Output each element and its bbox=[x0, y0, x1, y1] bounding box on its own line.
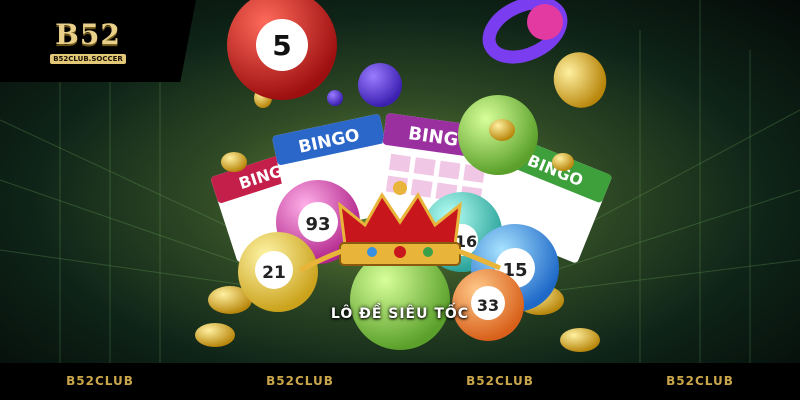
footer-brand-4: B52CLUB bbox=[666, 374, 734, 388]
logo-main-text: B52 bbox=[55, 18, 121, 51]
footer-bar: B52CLUB B52CLUB B52CLUB B52CLUB bbox=[0, 363, 800, 400]
footer-brand-1: B52CLUB bbox=[66, 374, 134, 388]
pink-orb bbox=[527, 4, 563, 40]
footer-brand-3: B52CLUB bbox=[466, 374, 534, 388]
small-purple-orb bbox=[327, 90, 343, 106]
ball-33: 33 bbox=[452, 269, 524, 341]
ball-5: 5 bbox=[227, 0, 337, 100]
brand-logo[interactable]: B52 B52CLUB.SOCCER bbox=[46, 10, 130, 70]
ball-number: 5 bbox=[272, 29, 291, 62]
ball-21: 21 bbox=[238, 232, 318, 312]
footer-brand-2: B52CLUB bbox=[266, 374, 334, 388]
banner: BINGO BINGO BINGO BINGO 5 93 16 15 21 33… bbox=[0, 0, 800, 400]
purple-orb bbox=[358, 63, 402, 107]
banner-caption: LÔ ĐỀ SIÊU TỐC bbox=[330, 306, 470, 322]
ball-number: 21 bbox=[262, 263, 286, 283]
logo-sub-text: B52CLUB.SOCCER bbox=[50, 54, 126, 64]
ball-number: 93 bbox=[305, 214, 330, 235]
logo-tab: B52 B52CLUB.SOCCER bbox=[0, 0, 196, 82]
